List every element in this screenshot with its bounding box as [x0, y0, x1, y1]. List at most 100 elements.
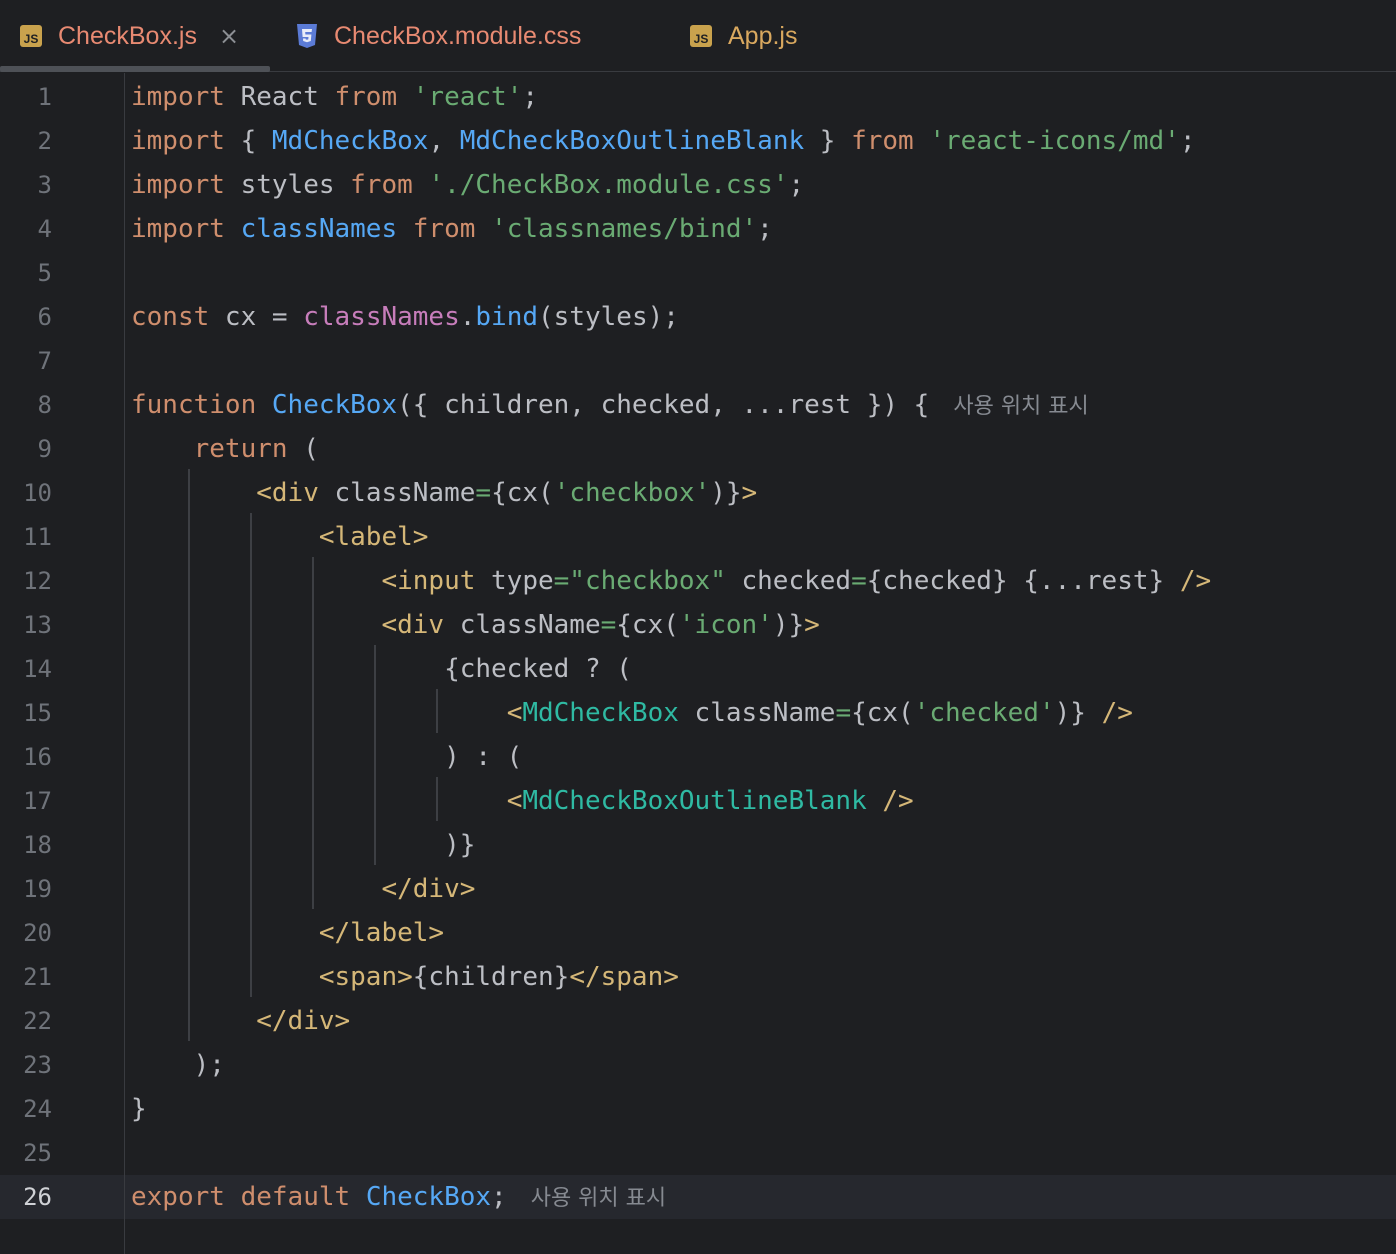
code-line[interactable]: 11 <label> [0, 515, 1396, 559]
code-text[interactable]: </div> [131, 867, 475, 911]
usage-hint[interactable]: 사용 위치 표시 [953, 394, 1088, 419]
line-number[interactable]: 1 [0, 75, 52, 119]
line-number[interactable]: 15 [0, 691, 52, 735]
code-line[interactable]: 12 <input type="checkbox" checked={check… [0, 559, 1396, 603]
code-line[interactable]: 26 export default CheckBox; 사용 위치 표시 [0, 1175, 1396, 1219]
line-number[interactable]: 16 [0, 735, 52, 779]
code-token: from [334, 82, 398, 112]
line-number[interactable]: 22 [0, 999, 52, 1043]
code-token: </div> [381, 874, 476, 904]
code-line[interactable]: 16 ) : ( [0, 735, 1396, 779]
code-text[interactable]: </label> [131, 911, 444, 955]
code-line[interactable]: 6 const cx = classNames.bind(styles); [0, 295, 1396, 339]
code-line[interactable]: 18 )} [0, 823, 1396, 867]
code-text[interactable]: } [131, 1087, 147, 1131]
code-line[interactable]: 7 [0, 339, 1396, 383]
code-token: </div> [256, 1006, 351, 1036]
code-line[interactable]: 19 </div> [0, 867, 1396, 911]
line-number[interactable]: 14 [0, 647, 52, 691]
code-line[interactable]: 20 </label> [0, 911, 1396, 955]
line-number[interactable]: 19 [0, 867, 52, 911]
line-number[interactable]: 11 [0, 515, 52, 559]
code-token: CheckBox [365, 1182, 492, 1212]
line-number[interactable]: 23 [0, 1043, 52, 1087]
code-text[interactable]: import styles from './CheckBox.module.cs… [131, 163, 804, 207]
code-line[interactable]: 4 import classNames from 'classnames/bind… [0, 207, 1396, 251]
code-line[interactable]: 25 [0, 1131, 1396, 1175]
code-text[interactable]: import React from 'react'; [131, 75, 538, 119]
code-text[interactable]: import { MdCheckBox, MdCheckBoxOutlineBl… [131, 119, 1195, 163]
code-line[interactable]: 9 return ( [0, 427, 1396, 471]
code-token: . [459, 302, 476, 332]
code-line[interactable]: 17 <MdCheckBoxOutlineBlank /> [0, 779, 1396, 823]
js-file-icon: JS [690, 25, 712, 47]
line-number[interactable]: 18 [0, 823, 52, 867]
code-line[interactable]: 5 [0, 251, 1396, 295]
code-line[interactable]: 23 ); [0, 1043, 1396, 1087]
line-number[interactable]: 8 [0, 383, 52, 427]
line-number[interactable]: 5 [0, 251, 52, 295]
code-text[interactable]: function CheckBox({ children, checked, .… [131, 383, 1089, 429]
code-line[interactable]: 10 <div className={cx('checkbox')}> [0, 471, 1396, 515]
line-number[interactable]: 17 [0, 779, 52, 823]
tab-label: App.js [728, 21, 798, 50]
line-number[interactable]: 20 [0, 911, 52, 955]
line-number[interactable]: 21 [0, 955, 52, 999]
line-number[interactable]: 9 [0, 427, 52, 471]
line-number[interactable]: 25 [0, 1131, 52, 1175]
code-line[interactable]: 2 import { MdCheckBox, MdCheckBoxOutlineB… [0, 119, 1396, 163]
code-text[interactable]: export default CheckBox; 사용 위치 표시 [131, 1175, 666, 1221]
code-token: from [350, 170, 413, 200]
line-number[interactable]: 13 [0, 603, 52, 647]
line-number[interactable]: 12 [0, 559, 52, 603]
code-text[interactable]: )} [131, 823, 475, 867]
line-number[interactable]: 24 [0, 1087, 52, 1131]
line-number[interactable]: 4 [0, 207, 52, 251]
line-number[interactable]: 3 [0, 163, 52, 207]
code-line[interactable]: 14 {checked ? ( [0, 647, 1396, 691]
code-text[interactable]: <MdCheckBox className={cx('checked')} /> [131, 691, 1133, 735]
code-token: import [131, 82, 225, 112]
tab-app-js[interactable]: JS App.js [690, 0, 797, 72]
code-token: (styles); [538, 302, 679, 332]
tab-checkbox-js[interactable]: JS CheckBox.js × [20, 0, 239, 72]
code-editor[interactable]: 1 import React from 'react'; 2 import { MdC… [0, 73, 1396, 1254]
usage-hint[interactable]: 사용 위치 표시 [531, 1186, 666, 1211]
code-text[interactable]: ); [131, 1043, 225, 1087]
code-token: )} [131, 830, 476, 860]
line-number[interactable]: 7 [0, 339, 52, 383]
code-token: > [804, 610, 820, 640]
active-tab-indicator [0, 66, 270, 72]
code-text[interactable]: <div className={cx('checkbox')}> [131, 471, 757, 515]
code-line[interactable]: 13 <div className={cx('icon')}> [0, 603, 1396, 647]
code-text[interactable]: const cx = classNames.bind(styles); [131, 295, 679, 339]
code-text[interactable]: <label> [131, 515, 429, 559]
code-token: {cx( [491, 478, 554, 508]
code-text[interactable]: </div> [131, 999, 350, 1043]
code-line[interactable]: 1 import React from 'react'; [0, 75, 1396, 119]
code-line[interactable]: 8 function CheckBox({ children, checked, … [0, 383, 1396, 427]
code-text[interactable]: <div className={cx('icon')}> [131, 603, 820, 647]
code-line[interactable]: 24} [0, 1087, 1396, 1131]
code-text[interactable]: <input type="checkbox" checked={checked}… [131, 559, 1211, 603]
code-line[interactable]: 22 </div> [0, 999, 1396, 1043]
code-text[interactable]: import classNames from 'classnames/bind'… [131, 207, 773, 251]
line-number[interactable]: 26 [0, 1175, 52, 1219]
code-token: styles [224, 170, 351, 200]
code-line[interactable]: 15 <MdCheckBox className={cx('checked')}… [0, 691, 1396, 735]
code-text[interactable]: return ( [131, 427, 319, 471]
code-text[interactable]: {checked ? ( [131, 647, 632, 691]
line-number[interactable]: 6 [0, 295, 52, 339]
code-token: default [240, 1182, 351, 1212]
tab-checkbox-module-css[interactable]: CheckBox.module.css [296, 0, 581, 72]
code-line[interactable]: 21 <span>{children}</span> [0, 955, 1396, 999]
code-text[interactable]: ) : ( [131, 735, 522, 779]
code-text[interactable]: <MdCheckBoxOutlineBlank /> [131, 779, 914, 823]
close-icon[interactable]: × [219, 24, 239, 48]
line-number[interactable]: 10 [0, 471, 52, 515]
line-number[interactable]: 2 [0, 119, 52, 163]
code-text[interactable]: <span>{children}</span> [131, 955, 679, 999]
code-line[interactable]: 3 import styles from './CheckBox.module.c… [0, 163, 1396, 207]
